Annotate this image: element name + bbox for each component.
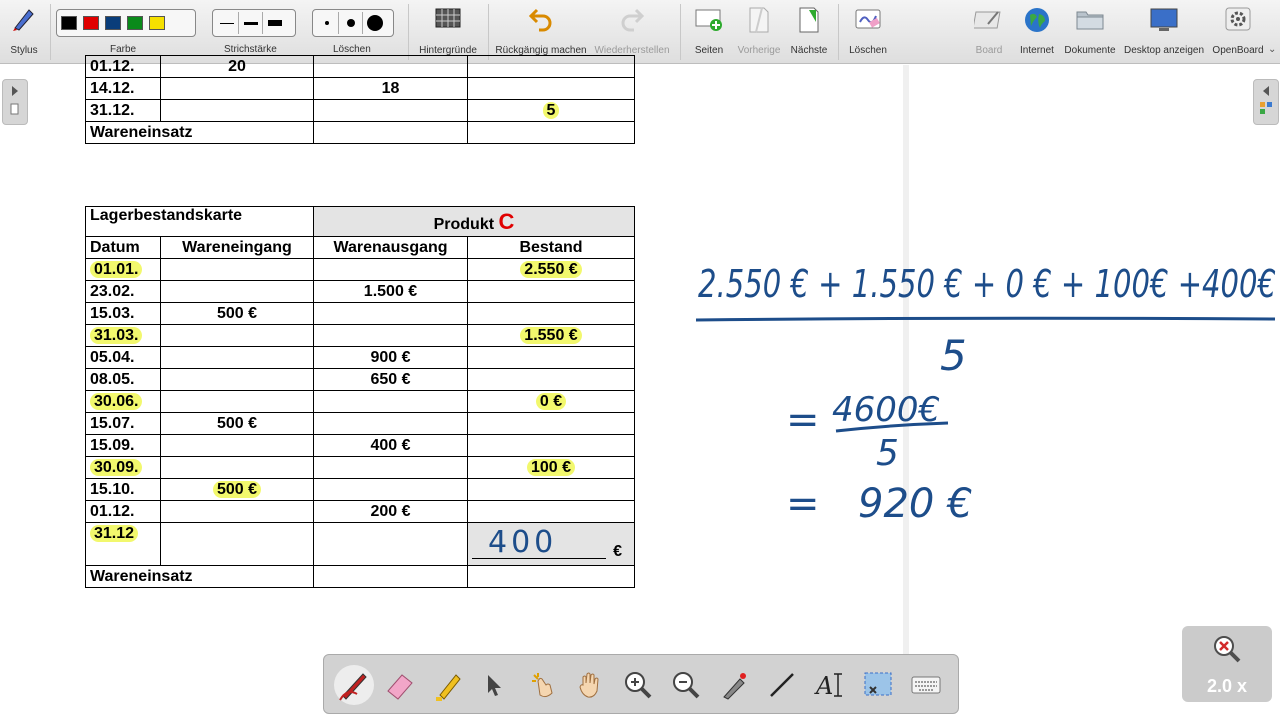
line-tool-button[interactable]: [762, 665, 802, 705]
keyboard-tool-button[interactable]: [906, 665, 946, 705]
farbe-label: Farbe: [110, 44, 137, 55]
screen-capture-icon: [864, 672, 892, 696]
highlighter-icon: [436, 674, 461, 701]
toolbar-overflow-icon[interactable]: ⌄: [1268, 44, 1276, 55]
bottom-tool-bar: A: [323, 654, 959, 714]
monitor-icon: [1150, 8, 1178, 31]
internet-label: Internet: [1020, 45, 1054, 56]
stroke-thick-button[interactable]: [263, 12, 287, 34]
eraser-small-button[interactable]: [315, 12, 339, 34]
redo-icon: [621, 8, 645, 32]
board-label: Board: [975, 45, 1003, 56]
capture-tool-button[interactable]: [858, 665, 898, 705]
internet-button[interactable]: Internet: [1014, 0, 1060, 64]
keyboard-icon: [911, 676, 941, 694]
stylus-label: Stylus: [10, 45, 38, 56]
eraser-large-button[interactable]: [363, 12, 387, 34]
hw-equals-2: =: [786, 481, 820, 527]
separator: [408, 4, 409, 60]
stroke-width-selector: [212, 9, 296, 37]
stylus-icon: [13, 9, 34, 31]
separator: [488, 4, 489, 60]
separator: [680, 4, 681, 60]
arrow-cursor-icon: [488, 675, 501, 696]
clear-page-button[interactable]: Löschen: [846, 0, 890, 64]
separator: [838, 4, 839, 60]
zoom-indicator[interactable]: 2.0 x: [1182, 626, 1272, 702]
color-palette: [56, 9, 196, 37]
zoom-in-icon: [625, 672, 652, 699]
globe-icon: [1025, 8, 1049, 32]
eraser-tool-button[interactable]: [380, 665, 420, 705]
openboard-button[interactable]: OpenBoard: [1210, 0, 1266, 64]
hw-equals-1: =: [786, 397, 820, 443]
zoom-level: 2.0 x: [1206, 676, 1248, 696]
openboard-label: OpenBoard: [1212, 45, 1264, 56]
documents-button[interactable]: Dokumente: [1062, 0, 1118, 64]
pointing-hand-icon: [532, 673, 553, 698]
eraser-icon: [387, 674, 413, 700]
desktop-label: Desktop anzeigen: [1123, 45, 1205, 56]
hw-result: 920 €: [858, 481, 973, 527]
add-page-icon: [695, 9, 722, 31]
select-tool-button[interactable]: [474, 665, 514, 705]
hand-tool-button[interactable]: [570, 665, 610, 705]
hw-fraction-line: [695, 316, 1276, 322]
stroke-thin-button[interactable]: [215, 12, 239, 34]
color-black-swatch[interactable]: [61, 16, 77, 30]
hw-step-denominator: 5: [876, 433, 899, 474]
board-page[interactable]: 01.12. 20 14.12. 18 31.12. 5 Wareneinsatz Lage…: [0, 55, 1280, 705]
show-desktop-button[interactable]: Desktop anzeigen: [1120, 0, 1208, 64]
laser-pointer-icon: [723, 673, 746, 700]
loeschen-size-label: Löschen: [333, 44, 371, 55]
line-icon: [770, 673, 794, 697]
clear-page-icon: [855, 9, 881, 29]
color-green-swatch[interactable]: [127, 16, 143, 30]
settings-gear-icon: [1225, 7, 1251, 31]
zoom-out-icon: [673, 672, 700, 699]
strichstaerke-label: Strichstärke: [224, 44, 277, 55]
undo-icon: [528, 8, 552, 32]
separator: [50, 4, 51, 60]
grid-background-icon: [435, 8, 461, 28]
pages-button[interactable]: Seiten: [688, 0, 730, 64]
eraser-size-selector: [312, 9, 394, 37]
loeschen-label: Löschen: [849, 45, 887, 56]
next-page-button[interactable]: Nächste: [788, 0, 830, 64]
stylus-button[interactable]: Stylus: [4, 0, 44, 64]
interact-tool-button[interactable]: [522, 665, 562, 705]
text-tool-icon: A: [814, 672, 842, 700]
seiten-label: Seiten: [694, 45, 724, 56]
color-yellow-swatch[interactable]: [149, 16, 165, 30]
handwriting-layer: 2.550 € + 1.550 € + 0 € + 100€ +400€ 5 =…: [695, 262, 1276, 527]
svg-text:A: A: [814, 672, 833, 700]
dokumente-label: Dokumente: [1064, 45, 1116, 56]
folder-icon: [1076, 11, 1104, 30]
highlighter-tool-button[interactable]: [428, 665, 468, 705]
pen-tool-button[interactable]: [334, 665, 374, 705]
zoom-in-tool-button[interactable]: [618, 665, 658, 705]
naechste-label: Nächste: [790, 45, 828, 56]
previous-page-button[interactable]: Vorherige: [734, 0, 784, 64]
zoom-out-tool-button[interactable]: [666, 665, 706, 705]
pen-icon: [339, 673, 367, 701]
hand-icon: [579, 672, 599, 698]
text-tool-button[interactable]: A: [810, 665, 850, 705]
hw-denominator: 5: [940, 331, 967, 380]
zoom-reset-icon: [1214, 636, 1241, 663]
previous-page-icon: [749, 7, 769, 33]
board-icon: [974, 11, 1001, 29]
stroke-medium-button[interactable]: [239, 12, 263, 34]
next-page-icon: [799, 7, 819, 33]
laser-pointer-tool-button[interactable]: [714, 665, 754, 705]
board-button[interactable]: Board: [966, 0, 1012, 64]
eraser-medium-button[interactable]: [339, 12, 363, 34]
hw-numerator: 2.550 € + 1.550 € + 0 € + 100€ +400€: [698, 262, 1276, 306]
vorherige-label: Vorherige: [737, 45, 781, 56]
color-red-swatch[interactable]: [83, 16, 99, 30]
color-blue-swatch[interactable]: [105, 16, 121, 30]
